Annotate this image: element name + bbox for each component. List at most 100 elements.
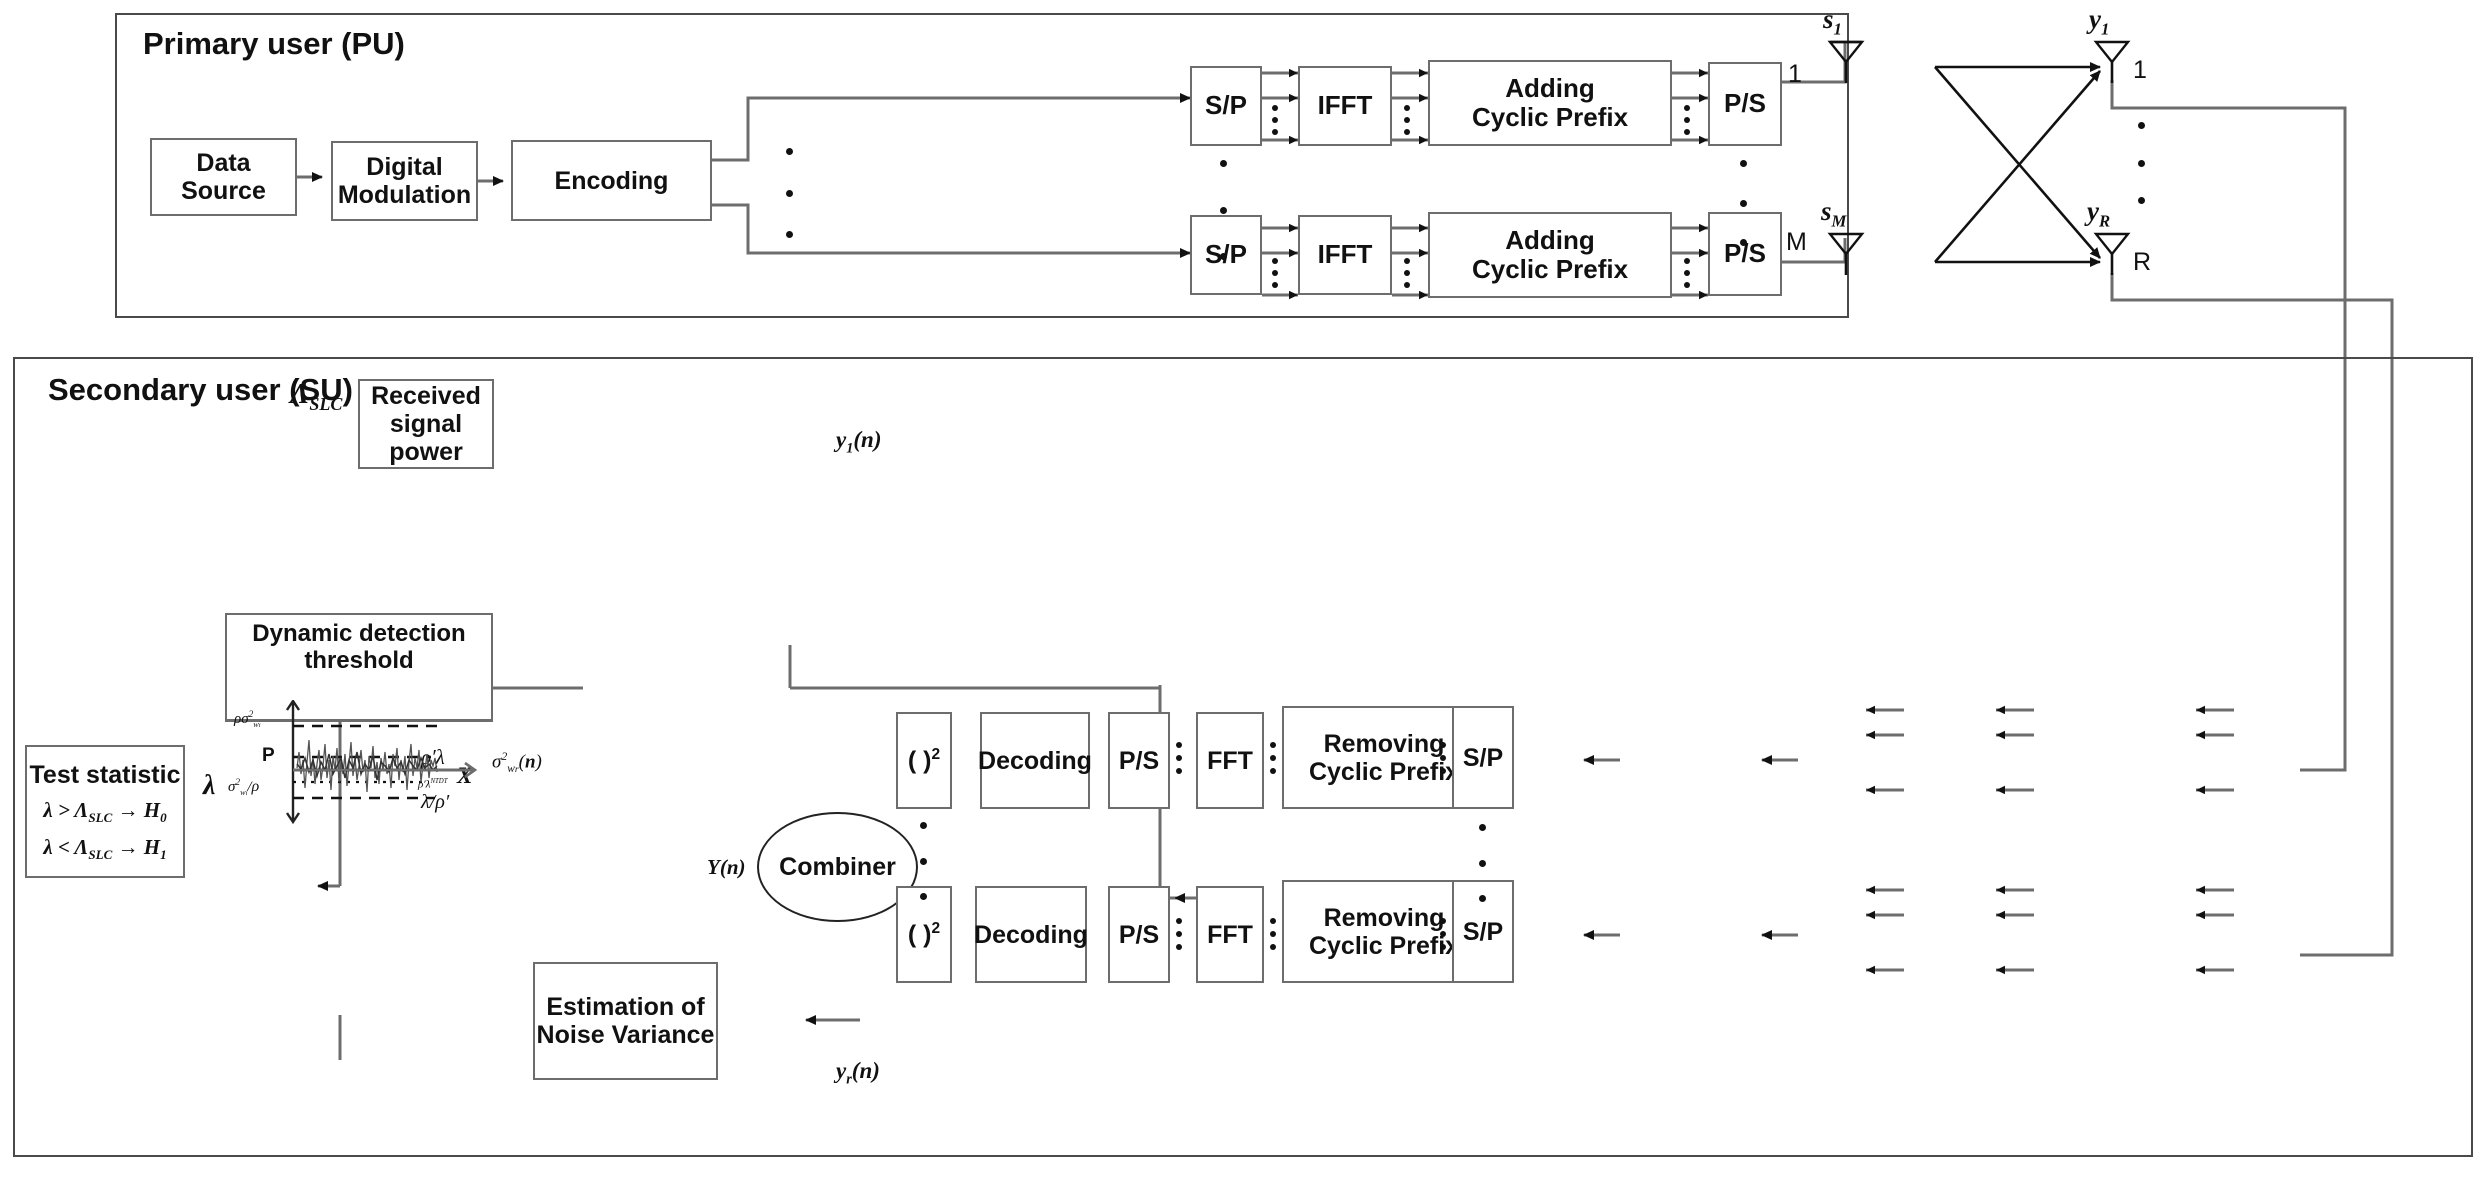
y1-base: y xyxy=(2089,4,2101,34)
rx-square-base-1: ( ) xyxy=(907,746,932,775)
s1-sub: 1 xyxy=(1833,19,1842,39)
tx-ifft-block-2[interactable]: IFFT xyxy=(1298,215,1392,295)
tx-ifft-label-1: IFFT xyxy=(1317,90,1373,121)
tx-ifft-cp-dots-2 xyxy=(1404,258,1410,288)
data-source-label: Data Source xyxy=(181,149,266,205)
digital-modulation-label: Digital Modulation xyxy=(337,153,472,209)
diagram-canvas: Primary user (PU) Data Source Digital Mo… xyxy=(0,0,2487,1181)
tx-chain-ellipsis xyxy=(1220,160,1227,260)
rx-square-base-2: ( ) xyxy=(907,920,932,949)
rx-cp-label-1: Removing Cyclic Prefix xyxy=(1308,729,1460,786)
encoding-label: Encoding xyxy=(554,166,669,195)
encoding-block[interactable]: Encoding xyxy=(511,140,712,221)
tx-sp-label-1: S/P xyxy=(1205,90,1247,121)
tx-ifft-block-1[interactable]: IFFT xyxy=(1298,66,1392,146)
rx-sp-label-2: S/P xyxy=(1462,917,1504,946)
rx-antenna-r-index: R xyxy=(2133,248,2152,276)
combiner-label: Combiner xyxy=(779,852,896,881)
rx-square-block-1[interactable]: ( )2 xyxy=(896,712,952,809)
tx-ps-index-2: M xyxy=(1786,228,1807,256)
rx-fft-cp-dots-1 xyxy=(1270,742,1276,774)
rx-ps-label-2: P/S xyxy=(1118,920,1160,949)
y1-sub: 1 xyxy=(2100,19,2110,39)
rx-fft-block-1[interactable]: FFT xyxy=(1196,712,1264,809)
estimation-noise-variance-block[interactable]: Estimation of Noise Variance xyxy=(533,962,718,1080)
yr-base: y xyxy=(2087,196,2099,226)
tx-ps-ellipsis xyxy=(1740,160,1747,246)
test-statistic-block[interactable]: Test statistic λ > ΛSLC → H0 λ < ΛSLC → … xyxy=(25,745,185,878)
tx-sp-ifft-dots-2 xyxy=(1272,258,1278,288)
tx-cp-block-1[interactable]: Adding Cyclic Prefix xyxy=(1428,60,1672,146)
sm-sub: M xyxy=(1831,211,1847,231)
dynamic-threshold-plot xyxy=(225,700,493,830)
rx-ps-fft-dots-2 xyxy=(1176,918,1182,950)
data-source-block[interactable]: Data Source xyxy=(150,138,297,216)
tx-antenna-m-label: sM xyxy=(1821,196,1846,231)
lambda-slc-label: ΛSLC xyxy=(290,378,343,414)
estimation-noise-variance-label: Estimation of Noise Variance xyxy=(536,993,715,1049)
rx-antenna-r xyxy=(2090,228,2134,276)
rx-decoding-block-2[interactable]: Decoding xyxy=(974,886,1088,983)
combiner-block[interactable]: Combiner xyxy=(757,812,918,922)
s1-base: s xyxy=(1823,4,1834,34)
rx-antenna-r-label: yR xyxy=(2087,196,2110,231)
rx-sp-block-1[interactable]: S/P xyxy=(1452,706,1514,809)
rx-squarer-ellipsis xyxy=(920,822,927,900)
tx-ps-index-1: 1 xyxy=(1788,60,1802,88)
tx-antenna-m xyxy=(1824,228,1868,276)
dynamic-threshold-title: Dynamic detection threshold xyxy=(252,620,466,674)
received-signal-power-block[interactable]: Received signal power xyxy=(358,379,494,469)
rx-fft-cp-dots-2 xyxy=(1270,918,1276,950)
combiner-output-label: Y(n) xyxy=(707,855,746,879)
rx-fft-label-2: FFT xyxy=(1207,920,1253,949)
tx-cp-ps-dots-2 xyxy=(1684,258,1690,288)
rx-fft-block-2[interactable]: FFT xyxy=(1196,886,1264,983)
rx-cp-label-2: Removing Cyclic Prefix xyxy=(1308,903,1460,960)
lambda-label: λ xyxy=(203,770,216,801)
tx-sp-ifft-dots-1 xyxy=(1272,105,1278,135)
rx-sp-ellipsis xyxy=(1479,824,1486,902)
tx-cp-label-2: Adding Cyclic Prefix xyxy=(1471,224,1629,284)
rx-square-label-2: ( )2 xyxy=(908,920,940,948)
received-signal-power-label: Received signal power xyxy=(371,382,481,466)
rx-square-exp-1: 2 xyxy=(931,746,941,764)
rx-square-block-2[interactable]: ( )2 xyxy=(896,886,952,983)
test-statistic-title: Test statistic xyxy=(29,760,181,789)
rx-square-label-1: ( )2 xyxy=(908,746,940,774)
tx-sp-block-1[interactable]: S/P xyxy=(1190,66,1262,146)
tx-antenna-1-label: s1 xyxy=(1823,4,1842,39)
rx-decoding-block-1[interactable]: Decoding xyxy=(978,712,1092,809)
rx-antenna-1-index: 1 xyxy=(2133,56,2147,84)
rx-sp-label-1: S/P xyxy=(1462,743,1504,772)
yr-n-label: yr(n) xyxy=(836,1058,880,1088)
sigma-wr-label: σ2wr(n) xyxy=(492,750,542,776)
rx-antenna-1-label: y1 xyxy=(2089,4,2109,39)
y1-n-label: y1(n) xyxy=(836,427,882,457)
test-statistic-line-1: λ > ΛSLC → H0 xyxy=(43,797,167,825)
tx-cp-ps-dots-1 xyxy=(1684,105,1690,135)
rx-decoding-label-1: Decoding xyxy=(978,746,1092,775)
rx-ps-fft-dots-1 xyxy=(1176,742,1182,774)
tx-encoder-ellipsis xyxy=(786,148,793,238)
rx-antenna-ellipsis xyxy=(2138,122,2145,204)
rx-fft-label-1: FFT xyxy=(1207,746,1253,775)
rx-decoding-label-2: Decoding xyxy=(974,920,1088,949)
rx-ps-block-1[interactable]: P/S xyxy=(1108,712,1170,809)
rx-antenna-1 xyxy=(2090,36,2134,84)
tx-cp-block-2[interactable]: Adding Cyclic Prefix xyxy=(1428,212,1672,298)
primary-user-title: Primary user (PU) xyxy=(143,26,405,61)
tx-ps-label-1: P/S xyxy=(1724,88,1766,119)
rx-cp-sp-dots-2 xyxy=(1440,918,1446,950)
sm-base: s xyxy=(1821,196,1832,226)
yr-sub: R xyxy=(2098,211,2111,231)
tx-antenna-1 xyxy=(1824,36,1868,84)
rx-ps-block-2[interactable]: P/S xyxy=(1108,886,1170,983)
tx-ifft-cp-dots-1 xyxy=(1404,105,1410,135)
rx-square-exp-2: 2 xyxy=(931,920,941,938)
tx-ifft-label-2: IFFT xyxy=(1317,239,1373,270)
tx-ps-block-1[interactable]: P/S xyxy=(1708,62,1782,146)
rx-cp-sp-dots-1 xyxy=(1440,742,1446,774)
rx-ps-label-1: P/S xyxy=(1118,746,1160,775)
digital-modulation-block[interactable]: Digital Modulation xyxy=(331,141,478,221)
test-statistic-line-2: λ < ΛSLC → H1 xyxy=(43,834,167,862)
